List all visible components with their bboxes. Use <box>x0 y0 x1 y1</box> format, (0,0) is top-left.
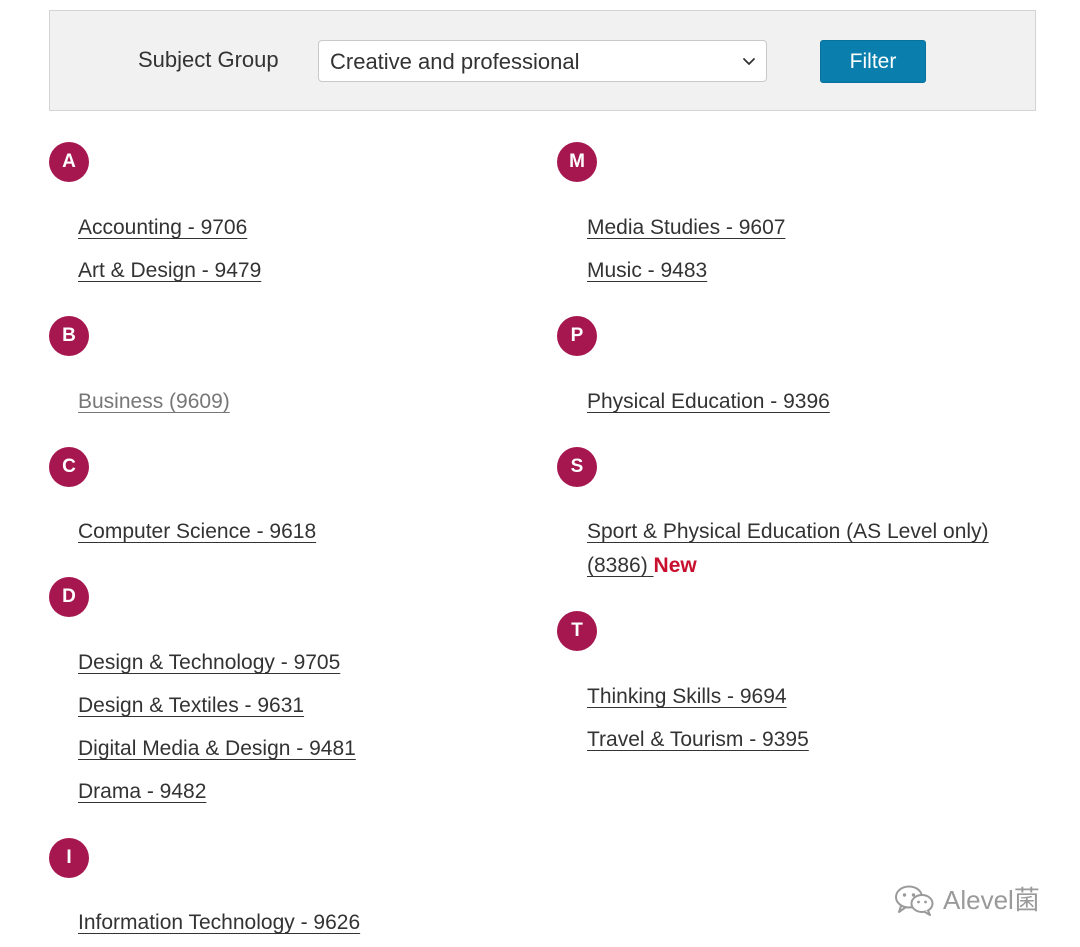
new-badge: New <box>653 554 697 577</box>
subject-list-page: Subject Group Creative and professional … <box>0 0 1080 947</box>
subject-group-label: Subject Group <box>138 47 279 72</box>
filter-button[interactable]: Filter <box>820 40 926 83</box>
filter-bar: Subject Group Creative and professional … <box>49 10 1036 111</box>
letter-badge-d: D <box>49 577 89 617</box>
chevron-down-icon <box>743 58 755 65</box>
subject-link-design-textiles[interactable]: Design & Textiles - 9631 <box>78 689 304 723</box>
subject-link-accounting[interactable]: Accounting - 9706 <box>78 211 247 245</box>
subject-link-physical-education[interactable]: Physical Education - 9396 <box>587 385 830 419</box>
subject-link-music[interactable]: Music - 9483 <box>587 254 707 288</box>
letter-badge-a: A <box>49 142 89 182</box>
subject-group-select[interactable]: Creative and professional <box>318 40 767 82</box>
subject-link-information-technology[interactable]: Information Technology - 9626 <box>78 906 360 940</box>
letter-badge-c: C <box>49 447 89 487</box>
subject-link-design-technology[interactable]: Design & Technology - 9705 <box>78 646 340 680</box>
subject-link-media-studies[interactable]: Media Studies - 9607 <box>587 211 785 245</box>
subject-entry-sport-physical-education: Sport & Physical Education (AS Level onl… <box>587 515 1017 583</box>
wechat-icon <box>895 885 934 916</box>
subject-link-sport-physical-education[interactable]: Sport & Physical Education (AS Level onl… <box>587 520 989 577</box>
letter-badge-t: T <box>557 611 597 651</box>
watermark: Alevel菌 <box>893 882 1040 918</box>
subject-link-drama[interactable]: Drama - 9482 <box>78 775 206 809</box>
letter-badge-i: I <box>49 838 89 878</box>
subject-link-digital-media-design[interactable]: Digital Media & Design - 9481 <box>78 732 356 766</box>
subject-link-computer-science[interactable]: Computer Science - 9618 <box>78 515 316 549</box>
letter-badge-p: P <box>557 316 597 356</box>
watermark-text: Alevel菌 <box>943 885 1040 915</box>
subject-link-business[interactable]: Business (9609) <box>78 385 230 419</box>
subject-link-art-design[interactable]: Art & Design - 9479 <box>78 254 261 288</box>
subject-group-selected-value: Creative and professional <box>330 49 580 74</box>
subject-link-thinking-skills[interactable]: Thinking Skills - 9694 <box>587 680 787 714</box>
subject-link-travel-tourism[interactable]: Travel & Tourism - 9395 <box>587 723 809 757</box>
letter-badge-s: S <box>557 447 597 487</box>
letter-badge-m: M <box>557 142 597 182</box>
letter-badge-b: B <box>49 316 89 356</box>
